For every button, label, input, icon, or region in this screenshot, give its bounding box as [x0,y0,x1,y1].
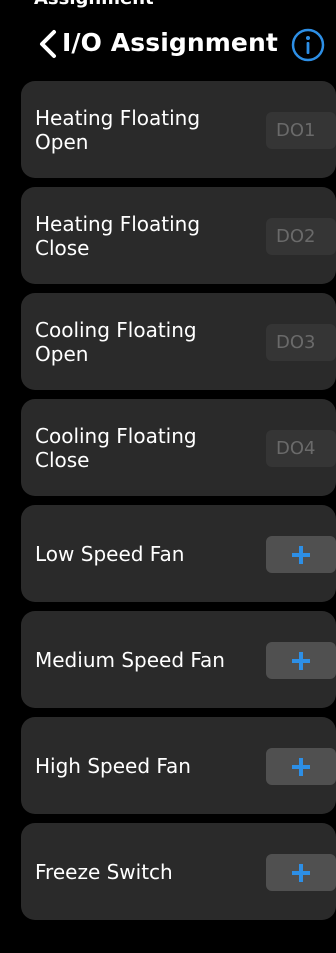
item-label: Low Speed Fan [35,541,185,566]
assigned-output-badge[interactable]: DO1 [266,112,336,149]
assigned-output-badge[interactable]: DO3 [266,324,336,361]
list-item[interactable]: Cooling Floating Close DO4 [21,399,336,496]
add-assignment-button[interactable] [266,642,336,679]
item-label: Cooling Floating Open [35,317,197,366]
cropped-header-text: Assignment [34,0,154,8]
add-assignment-button[interactable] [266,536,336,573]
item-label: Heating Floating Close [35,211,201,260]
page-title: I/O Assignment [62,28,278,57]
item-label: High Speed Fan [35,753,191,778]
plus-icon [292,864,310,882]
chevron-left-icon[interactable] [36,29,60,59]
info-icon[interactable] [291,28,325,62]
list-item[interactable]: Freeze Switch [21,823,336,920]
list-item[interactable]: Heating Floating Close DO2 [21,187,336,284]
item-label: Heating Floating Open [35,105,201,154]
assigned-output-badge[interactable]: DO2 [266,218,336,255]
list-item[interactable]: Low Speed Fan [21,505,336,602]
assigned-output-badge[interactable]: DO4 [266,430,336,467]
add-assignment-button[interactable] [266,748,336,785]
list-item[interactable]: Medium Speed Fan [21,611,336,708]
io-assignment-list: Heating Floating Open DO1 Heating Floati… [21,81,336,929]
item-label: Medium Speed Fan [35,647,225,672]
io-assignment-screen: Assignment I/O Assignment Heating Floati… [0,0,336,953]
cropped-previous-header: Assignment [0,0,336,8]
list-item[interactable]: High Speed Fan [21,717,336,814]
plus-icon [292,652,310,670]
item-label: Freeze Switch [35,859,173,884]
add-assignment-button[interactable] [266,854,336,891]
header: I/O Assignment [0,18,336,72]
list-item[interactable]: Cooling Floating Open DO3 [21,293,336,390]
item-label: Cooling Floating Close [35,423,197,472]
plus-icon [292,758,310,776]
plus-icon [292,546,310,564]
list-item[interactable]: Heating Floating Open DO1 [21,81,336,178]
